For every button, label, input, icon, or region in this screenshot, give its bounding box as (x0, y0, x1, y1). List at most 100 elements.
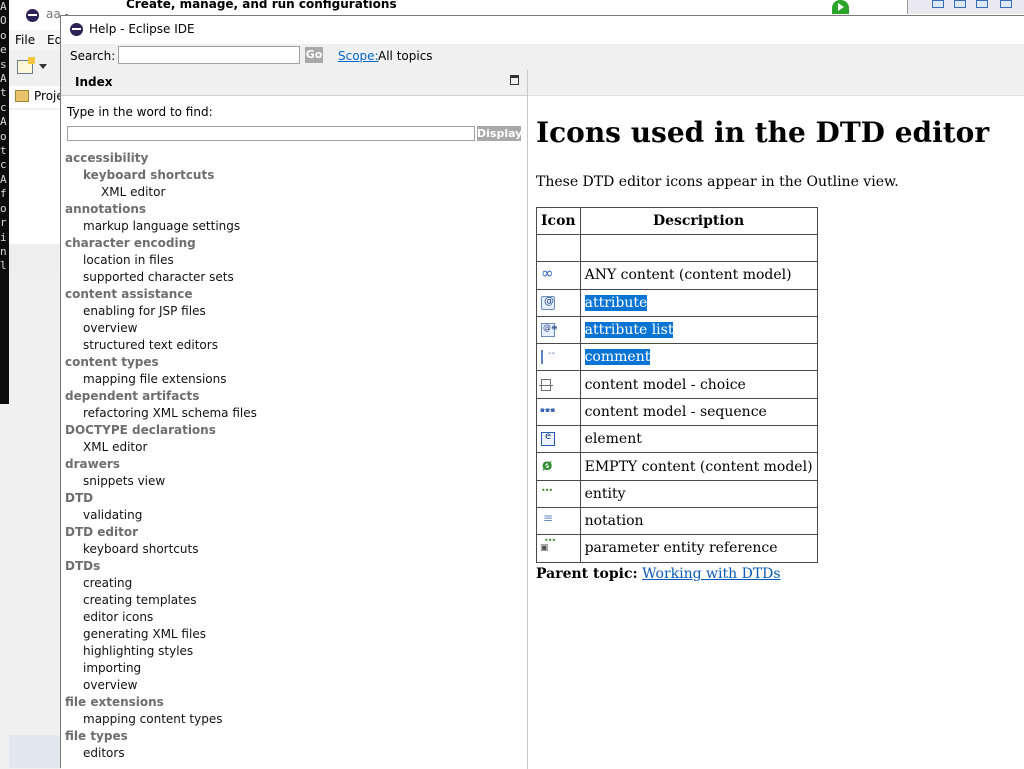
index-keyword[interactable]: file extensions (65, 694, 525, 711)
display-button[interactable]: Display (477, 126, 522, 141)
console-char: A (0, 172, 7, 186)
icon-cell (536, 534, 581, 563)
project-explorer-tab[interactable]: Proje (9, 86, 64, 108)
console-char: i (0, 230, 7, 244)
table-row: content model - sequence (536, 397, 818, 427)
index-keyword[interactable]: drawers (65, 456, 525, 473)
index-keyword[interactable]: DOCTYPE declarations (65, 422, 525, 439)
index-subentry[interactable]: XML editor (65, 439, 525, 456)
index-subentry[interactable]: creating templates (65, 592, 525, 609)
table-row: content model - choice (536, 370, 818, 399)
description-cell: attribute list (579, 315, 818, 345)
index-subentry[interactable]: importing (65, 660, 525, 677)
maximize-icon[interactable] (510, 75, 519, 85)
index-keyword[interactable]: annotations (65, 201, 525, 218)
index-keyword[interactable]: accessibility (65, 150, 525, 167)
console-char: e (0, 43, 7, 57)
attribute-icon (541, 295, 555, 310)
icon-description: entity (584, 485, 626, 502)
icon-column-header: Icon (536, 207, 581, 235)
search-label: Search: (70, 49, 116, 63)
help-content-pane: Icons used in the DTD editor These DTD e… (528, 70, 1024, 769)
table-row: ANY content (content model) (536, 261, 818, 290)
index-subentry[interactable]: creating (65, 575, 525, 592)
eclipse-logo-icon (70, 23, 83, 36)
console-char: A (0, 115, 7, 129)
index-list: accessibility keyboard shortcuts XML edito… (65, 150, 525, 762)
index-subentry[interactable]: structured text editors (65, 337, 525, 354)
search-input[interactable] (118, 46, 300, 64)
scope-link[interactable]: Scope: (338, 49, 379, 63)
empty-content-icon (541, 456, 555, 474)
index-subentry[interactable]: highlighting styles (65, 643, 525, 660)
icon-cell (536, 506, 581, 536)
table-row (536, 233, 818, 263)
index-subentry[interactable]: mapping file extensions (65, 371, 525, 388)
index-pane: Index Type in the word to find: Display … (61, 70, 528, 769)
console-char: A (0, 72, 7, 86)
description-cell: content model - sequence (579, 397, 818, 427)
add-icon[interactable] (976, 0, 988, 8)
icon-description: content model - sequence (584, 403, 767, 420)
icon-cell (536, 370, 581, 399)
element-icon (541, 431, 555, 447)
project-explorer-panel (9, 110, 60, 244)
index-keyword[interactable]: content types (65, 354, 525, 371)
panel-strip-bottom (9, 735, 60, 768)
icon-description: comment (584, 349, 651, 366)
icon-cell (536, 397, 581, 427)
index-subentry[interactable]: editors (65, 745, 525, 762)
index-subentry[interactable]: validating (65, 507, 525, 524)
table-row: comment (536, 343, 818, 372)
index-subentry[interactable]: XML editor (65, 184, 525, 201)
help-search-bar: Search: Go Scope: All topics (61, 44, 1024, 70)
index-subentry[interactable]: markup language settings (65, 218, 525, 235)
index-keyword[interactable]: dependent artifacts (65, 388, 525, 405)
index-subentry[interactable]: enabling for JSP files (65, 303, 525, 320)
icon-cell (536, 288, 581, 317)
icon-description: content model - choice (584, 376, 746, 393)
go-button[interactable]: Go (305, 47, 323, 63)
index-keyword[interactable]: content assistance (65, 286, 525, 303)
index-keyword[interactable]: file types (65, 728, 525, 745)
help-titlebar: Help - Eclipse IDE (61, 16, 1024, 44)
run-icon (832, 0, 849, 14)
table-row: notation (536, 506, 818, 536)
menu-file[interactable]: File (15, 33, 35, 47)
index-subentry[interactable]: supported character sets (65, 269, 525, 286)
index-subentry[interactable]: keyboard shortcuts (65, 541, 525, 558)
icon-description: notation (584, 513, 644, 530)
console-char: o (0, 28, 7, 42)
help-icon[interactable] (932, 0, 944, 8)
index-subentry[interactable]: overview (65, 320, 525, 337)
index-keyword[interactable]: DTD (65, 490, 525, 507)
index-subentry[interactable]: refactoring XML schema files (65, 405, 525, 422)
index-keyword[interactable]: character encoding (65, 235, 525, 252)
index-find-input[interactable] (67, 126, 475, 141)
index-keyword[interactable]: DTDs (65, 558, 525, 575)
parent-topic-link[interactable]: Working with DTDs (642, 566, 780, 582)
table-row: entity (536, 479, 818, 508)
index-subentry[interactable]: keyboard shortcuts (65, 167, 525, 184)
index-subentry[interactable]: snippets view (65, 473, 525, 490)
help-window: Help - Eclipse IDE Search: Go Scope: All… (60, 15, 1024, 769)
any-content-icon (541, 264, 555, 282)
index-subentry[interactable]: overview (65, 677, 525, 694)
content-model-choice-icon (539, 378, 553, 391)
index-keyword[interactable]: DTD editor (65, 524, 525, 541)
index-subentry[interactable]: editor icons (65, 609, 525, 626)
launch-toolbar (907, 0, 1024, 14)
index-subentry[interactable]: generating XML files (65, 626, 525, 643)
index-subentry[interactable]: location in files (65, 252, 525, 269)
new-file-icon[interactable] (17, 57, 35, 74)
parent-topic: Parent topic: Working with DTDs (536, 566, 781, 582)
index-subentry[interactable]: mapping content types (65, 711, 525, 728)
table-row: parameter entity reference (536, 534, 818, 563)
save-icon[interactable] (1000, 0, 1012, 8)
icon-cell (536, 425, 581, 454)
chevron-down-icon[interactable] (39, 64, 47, 69)
console-char: O (0, 14, 7, 28)
gear-icon[interactable] (954, 0, 966, 8)
comment-icon (541, 348, 555, 365)
description-cell: element (579, 425, 818, 454)
